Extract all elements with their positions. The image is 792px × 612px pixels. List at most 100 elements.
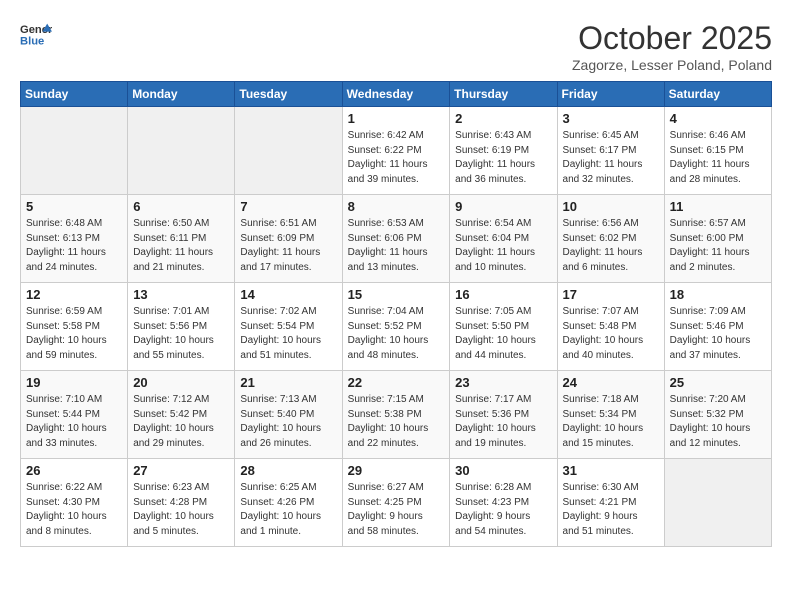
calendar: SundayMondayTuesdayWednesdayThursdayFrid… (20, 81, 772, 547)
day-cell: 11 Sunrise: 6:57 AM Sunset: 6:00 PM Dayli… (664, 195, 771, 283)
day-cell: 10 Sunrise: 6:56 AM Sunset: 6:02 PM Dayli… (557, 195, 664, 283)
day-number: 28 (240, 463, 336, 478)
week-row-1: 1 Sunrise: 6:42 AM Sunset: 6:22 PM Daylig… (21, 107, 772, 195)
day-number: 31 (563, 463, 659, 478)
weekday-header-saturday: Saturday (664, 82, 771, 107)
day-cell (235, 107, 342, 195)
day-cell: 6 Sunrise: 6:50 AM Sunset: 6:11 PM Daylig… (128, 195, 235, 283)
day-info: Sunrise: 6:59 AM Sunset: 5:58 PM Dayligh… (26, 305, 122, 363)
month-title: October 2025 (572, 20, 772, 57)
day-number: 1 (348, 111, 445, 126)
day-number: 2 (455, 111, 551, 126)
day-info: Sunrise: 7:07 AM Sunset: 5:48 PM Dayligh… (563, 305, 659, 363)
day-info: Sunrise: 7:01 AM Sunset: 5:56 PM Dayligh… (133, 305, 229, 363)
weekday-header-tuesday: Tuesday (235, 82, 342, 107)
day-number: 7 (240, 199, 336, 214)
day-number: 17 (563, 287, 659, 302)
day-cell: 9 Sunrise: 6:54 AM Sunset: 6:04 PM Daylig… (450, 195, 557, 283)
day-number: 30 (455, 463, 551, 478)
day-info: Sunrise: 6:42 AM Sunset: 6:22 PM Dayligh… (348, 129, 445, 187)
day-number: 6 (133, 199, 229, 214)
day-cell: 5Sunrise: 6:48 AM Sunset: 6:13 PM Daylig… (21, 195, 128, 283)
day-cell: 31 Sunrise: 6:30 AM Sunset: 4:21 PM Dayli… (557, 459, 664, 547)
day-info: Sunrise: 7:18 AM Sunset: 5:34 PM Dayligh… (563, 393, 659, 451)
day-cell: 2 Sunrise: 6:43 AM Sunset: 6:19 PM Daylig… (450, 107, 557, 195)
day-cell: 4 Sunrise: 6:46 AM Sunset: 6:15 PM Daylig… (664, 107, 771, 195)
day-info: Sunrise: 6:23 AM Sunset: 4:28 PM Dayligh… (133, 481, 229, 539)
day-cell: 13 Sunrise: 7:01 AM Sunset: 5:56 PM Dayli… (128, 283, 235, 371)
day-cell: 25Sunrise: 7:20 AM Sunset: 5:32 PM Dayli… (664, 371, 771, 459)
weekday-header-wednesday: Wednesday (342, 82, 450, 107)
day-number: 23 (455, 375, 551, 390)
day-number: 13 (133, 287, 229, 302)
day-info: Sunrise: 6:56 AM Sunset: 6:02 PM Dayligh… (563, 217, 659, 275)
day-number: 9 (455, 199, 551, 214)
week-row-2: 5Sunrise: 6:48 AM Sunset: 6:13 PM Daylig… (21, 195, 772, 283)
day-number: 14 (240, 287, 336, 302)
day-cell: 21 Sunrise: 7:13 AM Sunset: 5:40 PM Dayli… (235, 371, 342, 459)
day-number: 25 (670, 375, 766, 390)
day-number: 21 (240, 375, 336, 390)
day-info: Sunrise: 7:04 AM Sunset: 5:52 PM Dayligh… (348, 305, 445, 363)
weekday-header-thursday: Thursday (450, 82, 557, 107)
day-cell: 20Sunrise: 7:12 AM Sunset: 5:42 PM Dayli… (128, 371, 235, 459)
day-number: 16 (455, 287, 551, 302)
day-cell: 26Sunrise: 6:22 AM Sunset: 4:30 PM Dayli… (21, 459, 128, 547)
day-info: Sunrise: 6:30 AM Sunset: 4:21 PM Dayligh… (563, 481, 659, 539)
day-info: Sunrise: 6:51 AM Sunset: 6:09 PM Dayligh… (240, 217, 336, 275)
day-cell: 24 Sunrise: 7:18 AM Sunset: 5:34 PM Dayli… (557, 371, 664, 459)
day-info: Sunrise: 7:17 AM Sunset: 5:36 PM Dayligh… (455, 393, 551, 451)
day-number: 19 (26, 375, 122, 390)
day-info: Sunrise: 6:28 AM Sunset: 4:23 PM Dayligh… (455, 481, 551, 539)
day-cell: 3 Sunrise: 6:45 AM Sunset: 6:17 PM Daylig… (557, 107, 664, 195)
day-cell: 12 Sunrise: 6:59 AM Sunset: 5:58 PM Dayli… (21, 283, 128, 371)
day-info: Sunrise: 7:02 AM Sunset: 5:54 PM Dayligh… (240, 305, 336, 363)
day-number: 18 (670, 287, 766, 302)
day-cell: 29Sunrise: 6:27 AM Sunset: 4:25 PM Dayli… (342, 459, 450, 547)
day-cell: 18 Sunrise: 7:09 AM Sunset: 5:46 PM Dayli… (664, 283, 771, 371)
day-info: Sunrise: 7:09 AM Sunset: 5:46 PM Dayligh… (670, 305, 766, 363)
day-cell: 23 Sunrise: 7:17 AM Sunset: 5:36 PM Dayli… (450, 371, 557, 459)
day-info: Sunrise: 7:05 AM Sunset: 5:50 PM Dayligh… (455, 305, 551, 363)
header: General Blue October 2025 Zagorze, Lesse… (20, 20, 772, 73)
day-info: Sunrise: 6:54 AM Sunset: 6:04 PM Dayligh… (455, 217, 551, 275)
day-number: 8 (348, 199, 445, 214)
day-number: 4 (670, 111, 766, 126)
week-row-4: 19Sunrise: 7:10 AM Sunset: 5:44 PM Dayli… (21, 371, 772, 459)
day-number: 11 (670, 199, 766, 214)
day-info: Sunrise: 7:13 AM Sunset: 5:40 PM Dayligh… (240, 393, 336, 451)
day-info: Sunrise: 6:45 AM Sunset: 6:17 PM Dayligh… (563, 129, 659, 187)
title-block: October 2025 Zagorze, Lesser Poland, Pol… (572, 20, 772, 73)
day-cell (128, 107, 235, 195)
weekday-header-monday: Monday (128, 82, 235, 107)
day-info: Sunrise: 6:48 AM Sunset: 6:13 PM Dayligh… (26, 217, 122, 275)
week-row-5: 26Sunrise: 6:22 AM Sunset: 4:30 PM Dayli… (21, 459, 772, 547)
day-cell: 8 Sunrise: 6:53 AM Sunset: 6:06 PM Daylig… (342, 195, 450, 283)
weekday-header-row: SundayMondayTuesdayWednesdayThursdayFrid… (21, 82, 772, 107)
day-number: 12 (26, 287, 122, 302)
day-info: Sunrise: 6:50 AM Sunset: 6:11 PM Dayligh… (133, 217, 229, 275)
day-info: Sunrise: 6:46 AM Sunset: 6:15 PM Dayligh… (670, 129, 766, 187)
week-row-3: 12 Sunrise: 6:59 AM Sunset: 5:58 PM Dayli… (21, 283, 772, 371)
day-number: 3 (563, 111, 659, 126)
day-number: 27 (133, 463, 229, 478)
svg-text:Blue: Blue (20, 35, 44, 47)
day-cell: 17 Sunrise: 7:07 AM Sunset: 5:48 PM Dayli… (557, 283, 664, 371)
day-cell: 19Sunrise: 7:10 AM Sunset: 5:44 PM Dayli… (21, 371, 128, 459)
day-number: 10 (563, 199, 659, 214)
day-info: Sunrise: 7:12 AM Sunset: 5:42 PM Dayligh… (133, 393, 229, 451)
day-info: Sunrise: 6:22 AM Sunset: 4:30 PM Dayligh… (26, 481, 122, 539)
day-number: 15 (348, 287, 445, 302)
day-info: Sunrise: 6:53 AM Sunset: 6:06 PM Dayligh… (348, 217, 445, 275)
subtitle: Zagorze, Lesser Poland, Poland (572, 57, 772, 73)
day-cell: 22Sunrise: 7:15 AM Sunset: 5:38 PM Dayli… (342, 371, 450, 459)
day-info: Sunrise: 6:25 AM Sunset: 4:26 PM Dayligh… (240, 481, 336, 539)
day-number: 24 (563, 375, 659, 390)
logo: General Blue (20, 20, 52, 48)
day-info: Sunrise: 6:57 AM Sunset: 6:00 PM Dayligh… (670, 217, 766, 275)
day-cell (21, 107, 128, 195)
weekday-header-friday: Friday (557, 82, 664, 107)
day-cell: 16 Sunrise: 7:05 AM Sunset: 5:50 PM Dayli… (450, 283, 557, 371)
day-cell: 28 Sunrise: 6:25 AM Sunset: 4:26 PM Dayli… (235, 459, 342, 547)
day-info: Sunrise: 6:43 AM Sunset: 6:19 PM Dayligh… (455, 129, 551, 187)
